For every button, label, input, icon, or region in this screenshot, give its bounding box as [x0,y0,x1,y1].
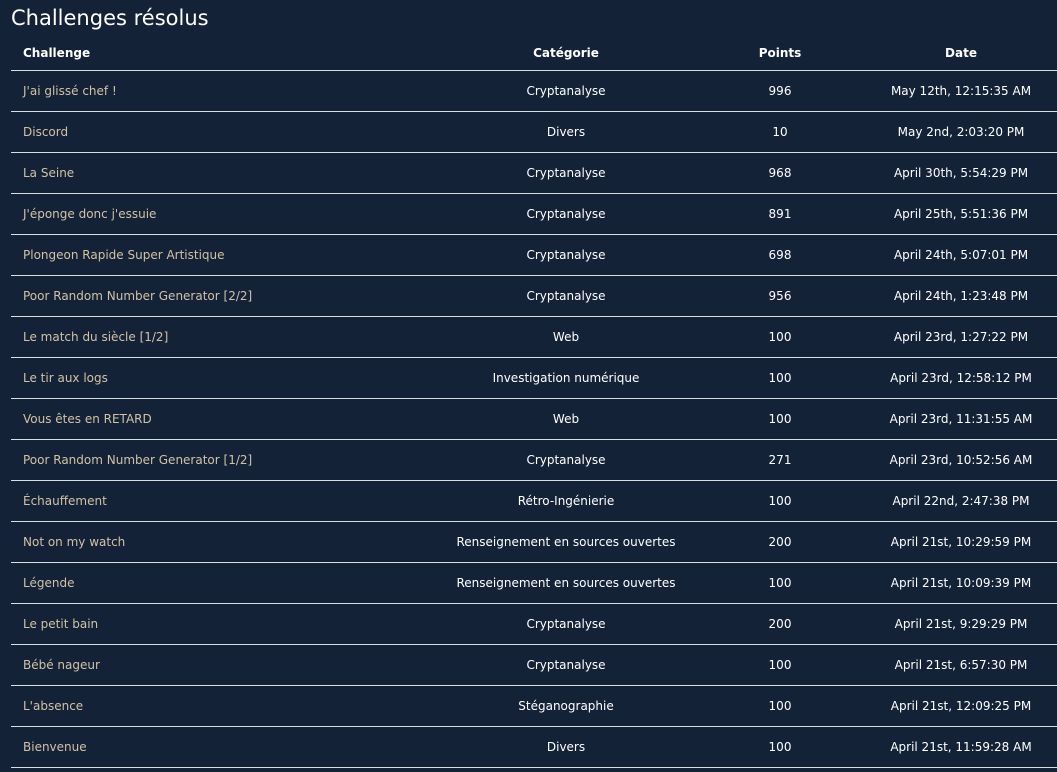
challenge-points: 698 [697,234,863,276]
solve-date: April 25th, 5:51:36 PM [863,193,1057,235]
challenge-points: 100 [697,685,863,727]
table-body: J'ai glissé chef ! Cryptanalyse 996 May 12t… [11,70,1057,768]
solve-date: April 22nd, 2:47:38 PM [863,480,1057,522]
challenge-category: Cryptanalyse [435,234,697,276]
challenge-name-link[interactable]: J'ai glissé chef ! [11,70,435,112]
challenge-points: 100 [697,562,863,604]
column-header-points[interactable]: Points [697,36,863,71]
table-row: Vous êtes en RETARD Web 100 April 23rd, 11:… [11,398,1057,440]
challenge-points: 100 [697,398,863,440]
challenge-name-link[interactable]: Poor Random Number Generator [2/2] [11,275,435,317]
table-row: La Seine Cryptanalyse 968 April 30th, 5:54:… [11,152,1057,194]
challenge-category: Cryptanalyse [435,603,697,645]
solved-challenges-table: Challenge Catégorie Points Date J'ai gli… [11,36,1057,768]
challenge-category: Cryptanalyse [435,152,697,194]
solve-date: April 24th, 1:23:48 PM [863,275,1057,317]
challenge-category: Divers [435,111,697,153]
challenge-name-link[interactable]: Bienvenue [11,726,435,768]
challenge-name-link[interactable]: Poor Random Number Generator [1/2] [11,439,435,481]
solve-date: April 21st, 11:59:28 AM [863,726,1057,768]
header-row: Challenge Catégorie Points Date [11,36,1057,71]
challenge-points: 10 [697,111,863,153]
challenge-category: Renseignement en sources ouvertes [435,521,697,563]
challenge-points: 100 [697,480,863,522]
solve-date: April 23rd, 10:52:56 AM [863,439,1057,481]
table-row: J'ai glissé chef ! Cryptanalyse 996 May 12t… [11,70,1057,112]
table-row: Bébé nageur Cryptanalyse 100 April 21st, 6:… [11,644,1057,686]
challenge-points: 271 [697,439,863,481]
challenge-category: Stéganographie [435,685,697,727]
challenge-points: 100 [697,644,863,686]
table-row: J'éponge donc j'essuie Cryptanalyse 891 Apr… [11,193,1057,235]
challenge-name-link[interactable]: Échauffement [11,480,435,522]
challenge-category: Rétro-Ingénierie [435,480,697,522]
challenge-name-link[interactable]: J'éponge donc j'essuie [11,193,435,235]
challenge-points: 200 [697,521,863,563]
challenge-category: Investigation numérique [435,357,697,399]
challenge-category: Web [435,316,697,358]
solve-date: May 12th, 12:15:35 AM [863,70,1057,112]
table-header: Challenge Catégorie Points Date [11,36,1057,71]
challenge-name-link[interactable]: Discord [11,111,435,153]
challenge-points: 100 [697,357,863,399]
table-row: Le tir aux logs Investigation numérique 10… [11,357,1057,399]
solve-date: April 21st, 12:09:25 PM [863,685,1057,727]
page-title: Challenges résolus [11,6,209,30]
table-row: Not on my watch Renseignement en sources … [11,521,1057,563]
challenge-points: 956 [697,275,863,317]
table-row: Bienvenue Divers 100 April 21st, 11:59:28 A… [11,726,1057,768]
challenge-name-link[interactable]: Le tir aux logs [11,357,435,399]
table-row: Poor Random Number Generator [1/2] Crypta… [11,439,1057,481]
table-row: Discord Divers 10 May 2nd, 2:03:20 PM [11,111,1057,153]
challenge-category: Cryptanalyse [435,275,697,317]
solve-date: April 24th, 5:07:01 PM [863,234,1057,276]
table-row: Le match du siècle [1/2] Web 100 April 23rd… [11,316,1057,358]
solve-date: April 21st, 9:29:29 PM [863,603,1057,645]
challenge-name-link[interactable]: L'absence [11,685,435,727]
challenge-name-link[interactable]: Le match du siècle [1/2] [11,316,435,358]
challenge-name-link[interactable]: Bébé nageur [11,644,435,686]
challenge-points: 100 [697,316,863,358]
challenge-name-link[interactable]: Vous êtes en RETARD [11,398,435,440]
solved-challenges-panel: Challenges résolus Challenge Catégorie P… [0,0,1057,772]
table-row: Légende Renseignement en sources ouvertes… [11,562,1057,604]
column-header-challenge[interactable]: Challenge [11,36,435,71]
challenge-points: 891 [697,193,863,235]
table-row: Échauffement Rétro-Ingénierie 100 April 22n… [11,480,1057,522]
challenge-points: 968 [697,152,863,194]
challenge-category: Renseignement en sources ouvertes [435,562,697,604]
column-header-date[interactable]: Date [863,36,1057,71]
column-header-category[interactable]: Catégorie [435,36,697,71]
challenge-category: Cryptanalyse [435,70,697,112]
table-row: Poor Random Number Generator [2/2] Crypta… [11,275,1057,317]
challenge-category: Cryptanalyse [435,439,697,481]
challenge-name-link[interactable]: Légende [11,562,435,604]
challenge-category: Cryptanalyse [435,644,697,686]
challenge-name-link[interactable]: La Seine [11,152,435,194]
table-row: Plongeon Rapide Super Artistique Cryptana… [11,234,1057,276]
challenge-name-link[interactable]: Not on my watch [11,521,435,563]
solve-date: April 21st, 10:09:39 PM [863,562,1057,604]
solve-date: May 2nd, 2:03:20 PM [863,111,1057,153]
solve-date: April 23rd, 1:27:22 PM [863,316,1057,358]
challenge-points: 996 [697,70,863,112]
solve-date: April 23rd, 11:31:55 AM [863,398,1057,440]
challenge-category: Web [435,398,697,440]
solve-date: April 30th, 5:54:29 PM [863,152,1057,194]
table-row: Le petit bain Cryptanalyse 200 April 21st, … [11,603,1057,645]
solve-date: April 23rd, 12:58:12 PM [863,357,1057,399]
solve-date: April 21st, 10:29:59 PM [863,521,1057,563]
challenge-category: Cryptanalyse [435,193,697,235]
challenge-name-link[interactable]: Le petit bain [11,603,435,645]
challenge-points: 100 [697,726,863,768]
challenge-category: Divers [435,726,697,768]
solve-date: April 21st, 6:57:30 PM [863,644,1057,686]
challenge-name-link[interactable]: Plongeon Rapide Super Artistique [11,234,435,276]
challenge-points: 200 [697,603,863,645]
table-row: L'absence Stéganographie 100 April 21st, 12… [11,685,1057,727]
